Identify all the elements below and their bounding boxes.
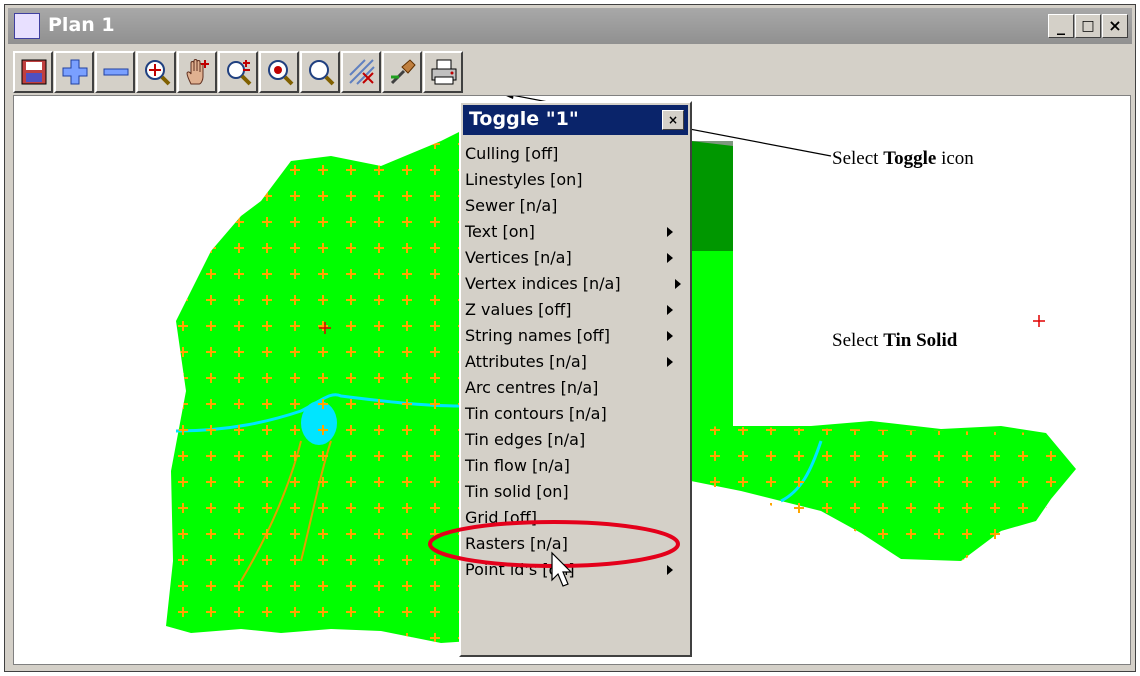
printer-icon — [431, 59, 457, 85]
toggle-button[interactable] — [341, 51, 381, 93]
callout-bold-text: Tin Solid — [883, 330, 958, 351]
menu-item-label: Culling [off] — [465, 144, 559, 163]
menu-item-label: Point id's [on] — [465, 560, 575, 579]
menu-item-label: Linestyles [on] — [465, 170, 583, 189]
zoom-extent-button[interactable] — [136, 51, 176, 93]
callout-select-tin-solid: Select Tin Solid — [832, 330, 957, 352]
minimize-button[interactable]: _ — [1048, 14, 1074, 38]
menu-item-label: Vertex indices [n/a] — [465, 274, 621, 293]
menu-close-button[interactable]: × — [662, 110, 684, 130]
callout-text: Select — [832, 330, 884, 351]
zoom-magnify-button[interactable] — [300, 51, 340, 93]
magnify-icon — [309, 60, 335, 86]
pan-hand-icon — [186, 59, 209, 85]
tool-icon — [390, 59, 416, 85]
menu-item-label: Z values [off] — [465, 300, 572, 319]
menu-item-label: Grid [off] — [465, 508, 537, 527]
zoom-out-button[interactable] — [95, 51, 135, 93]
menu-item-vertices[interactable]: Vertices [n/a] — [465, 245, 687, 271]
menu-item-label: Tin edges [n/a] — [465, 430, 586, 449]
menu-item-label: Text [on] — [465, 222, 535, 241]
red-cross-marker — [1033, 315, 1045, 327]
menu-item-label: Tin contours [n/a] — [465, 404, 607, 423]
menu-item-sewer[interactable]: Sewer [n/a] — [465, 193, 687, 219]
submenu-arrow-icon — [667, 305, 673, 315]
menu-title-bar[interactable]: Toggle "1" × — [463, 105, 688, 135]
callout-select-toggle: Select Toggle icon — [832, 148, 974, 170]
submenu-arrow-icon — [667, 357, 673, 367]
menu-item-text[interactable]: Text [on] — [465, 219, 687, 245]
menu-item-string-names[interactable]: String names [off] — [465, 323, 687, 349]
road-network — [691, 141, 733, 251]
zoom-center-button[interactable] — [259, 51, 299, 93]
zoom-step-icon — [227, 60, 252, 86]
point-markers-left — [166, 126, 471, 643]
menu-item-point-ids[interactable]: Point id's [on] — [465, 557, 687, 583]
menu-item-label: Vertices [n/a] — [465, 248, 572, 267]
minus-icon — [103, 68, 129, 76]
arrowhead-icon — [506, 96, 514, 99]
menu-item-label: Sewer [n/a] — [465, 196, 558, 215]
callout-text: icon — [936, 148, 974, 169]
menu-item-grid[interactable]: Grid [off] — [465, 505, 687, 531]
zoom-center-icon — [268, 60, 294, 86]
save-icon — [21, 59, 47, 85]
pan-button[interactable] — [177, 51, 217, 93]
submenu-arrow-icon — [667, 331, 673, 341]
zoom-step-button[interactable] — [218, 51, 258, 93]
menu-item-label: Tin solid [on] — [465, 482, 569, 501]
submenu-arrow-icon — [667, 253, 673, 263]
menu-item-arc-centres[interactable]: Arc centres [n/a] — [465, 375, 687, 401]
submenu-arrow-icon — [667, 227, 673, 237]
menu-item-tin-contours[interactable]: Tin contours [n/a] — [465, 401, 687, 427]
save-button[interactable] — [13, 51, 53, 93]
submenu-arrow-icon — [675, 279, 681, 289]
zoom-extent-icon — [145, 60, 171, 86]
plus-icon — [62, 59, 88, 85]
submenu-arrow-icon — [667, 565, 673, 575]
menu-item-label: Attributes [n/a] — [465, 352, 587, 371]
maximize-button[interactable]: □ — [1075, 14, 1101, 38]
menu-item-attributes[interactable]: Attributes [n/a] — [465, 349, 687, 375]
app-icon — [14, 13, 40, 39]
toggle-icon — [349, 59, 375, 85]
tool-button[interactable] — [382, 51, 422, 93]
window-title: Plan 1 — [48, 14, 115, 36]
menu-item-linestyles[interactable]: Linestyles [on] — [465, 167, 687, 193]
close-button[interactable]: × — [1102, 14, 1128, 38]
callout-bold-text: Toggle — [883, 148, 937, 169]
menu-item-z-values[interactable]: Z values [off] — [465, 297, 687, 323]
menu-item-label: Arc centres [n/a] — [465, 378, 599, 397]
menu-item-label: String names [off] — [465, 326, 610, 345]
menu-item-label: Rasters [n/a] — [465, 534, 568, 553]
toggle-menu: Toggle "1" × Culling [off] Linestyles [o… — [459, 101, 692, 657]
menu-item-vertex-indices[interactable]: Vertex indices [n/a] — [465, 271, 687, 297]
menu-title: Toggle "1" — [469, 108, 579, 130]
callout-text: Select — [832, 148, 884, 169]
menu-item-tin-edges[interactable]: Tin edges [n/a] — [465, 427, 687, 453]
title-bar[interactable]: Plan 1 _ □ × — [8, 8, 1132, 44]
menu-item-tin-flow[interactable]: Tin flow [n/a] — [465, 453, 687, 479]
menu-item-rasters[interactable]: Rasters [n/a] — [465, 531, 687, 557]
menu-item-label: Tin flow [n/a] — [465, 456, 570, 475]
menu-item-tin-solid[interactable]: Tin solid [on] — [465, 479, 687, 505]
print-button[interactable] — [423, 51, 463, 93]
menu-item-culling[interactable]: Culling [off] — [465, 141, 687, 167]
zoom-in-button[interactable] — [54, 51, 94, 93]
